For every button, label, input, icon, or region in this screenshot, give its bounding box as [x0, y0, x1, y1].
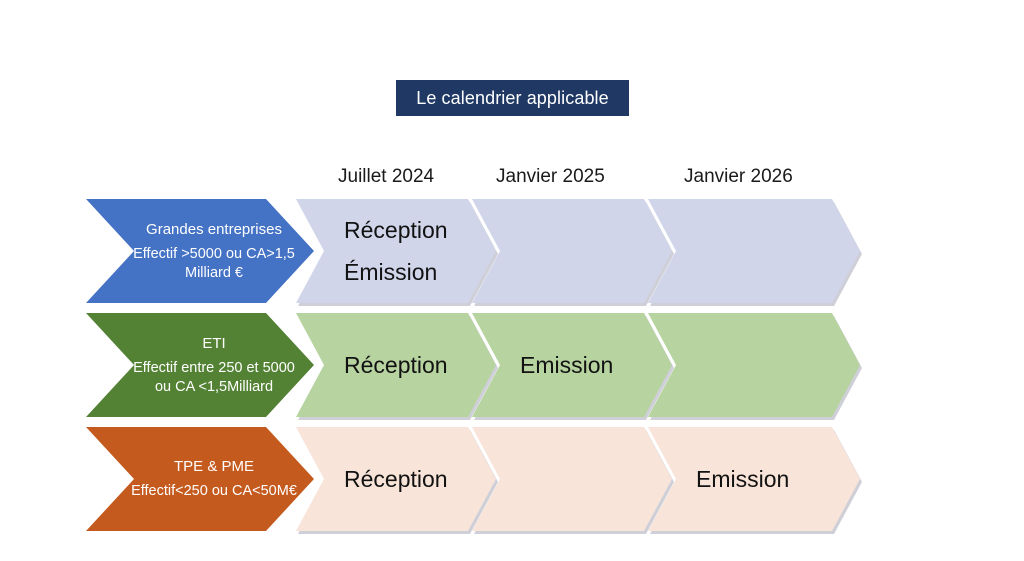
category-label-eti: ETI Effectif entre 250 et 5000 ou CA <1,… — [86, 313, 314, 417]
stage-chevron — [648, 199, 860, 303]
stage-cell-janvier-2025: Emission — [472, 313, 672, 417]
stage-chevron: Réception Émission — [296, 199, 496, 303]
column-header-juillet-2024: Juillet 2024 — [338, 166, 435, 187]
stage-cell-janvier-2025 — [472, 199, 672, 303]
stage-labels: Réception — [296, 344, 448, 386]
timeline-column-headers: Juillet 2024 Janvier 2025 Janvier 2026 — [300, 166, 900, 194]
stage-label: Émission — [344, 259, 438, 285]
timeline-row-tpe-pme: TPE & PME Effectif<250 ou CA<50M€ Récept… — [0, 427, 1024, 531]
timeline-row-eti: ETI Effectif entre 250 et 5000 ou CA <1,… — [0, 313, 1024, 417]
stage-cell-juillet-2024: Réception Émission — [296, 199, 496, 303]
stage-chevron: Emission — [648, 427, 860, 531]
stage-chevron — [472, 199, 672, 303]
stage-label: Réception — [344, 352, 448, 378]
page-title: Le calendrier applicable — [416, 87, 609, 108]
stage-chevron — [648, 313, 860, 417]
stage-label: Emission — [696, 466, 790, 492]
stage-label: Réception — [344, 217, 448, 243]
stage-cell-janvier-2026 — [648, 313, 860, 417]
title-banner: Le calendrier applicable — [396, 80, 629, 116]
stage-cell-juillet-2024: Réception — [296, 427, 496, 531]
category-label-tpe-pme: TPE & PME Effectif<250 ou CA<50M€ — [86, 427, 314, 531]
stage-labels: Réception — [296, 458, 448, 500]
stage-cell-janvier-2026 — [648, 199, 860, 303]
category-title: TPE & PME — [173, 458, 255, 475]
category-title: Grandes entreprises — [146, 220, 282, 238]
column-header-janvier-2026: Janvier 2026 — [684, 166, 793, 187]
stage-label: Emission — [520, 352, 614, 378]
stage-chevron — [472, 427, 672, 531]
category-subtitle: Effectif<250 ou CA<50M€ — [131, 483, 297, 499]
category-label-grandes-entreprises: Grandes entreprises Effectif >5000 ou CA… — [86, 199, 314, 303]
stage-label: Réception — [344, 466, 448, 492]
stage-cell-janvier-2026: Emission — [648, 427, 860, 531]
category-subtitle: Effectif entre 250 et 5000 ou CA <1,5Mil… — [133, 359, 295, 395]
stage-labels: Réception Émission — [296, 209, 448, 293]
category-title: ETI — [202, 334, 226, 352]
timeline-row-grandes-entreprises: Grandes entreprises Effectif >5000 ou CA… — [0, 199, 1024, 303]
stage-cell-juillet-2024: Réception — [296, 313, 496, 417]
category-subtitle: Effectif >5000 ou CA>1,5 Milliard € — [133, 245, 295, 281]
stage-chevron: Emission — [472, 313, 672, 417]
stage-chevron: Réception — [296, 427, 496, 531]
stage-cell-janvier-2025 — [472, 427, 672, 531]
stage-chevron: Réception — [296, 313, 496, 417]
column-header-janvier-2025: Janvier 2025 — [496, 166, 605, 187]
